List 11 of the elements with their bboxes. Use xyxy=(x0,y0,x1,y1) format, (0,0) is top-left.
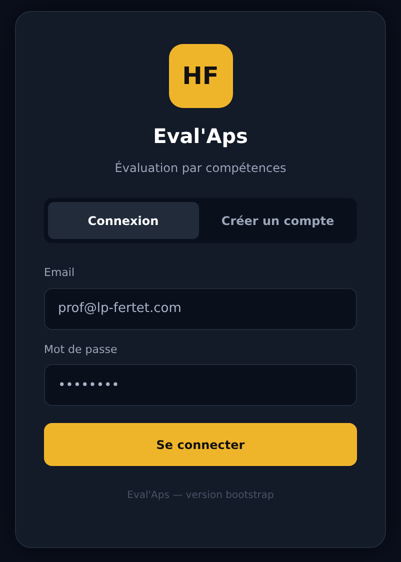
tab[interactable]: Créer un compte xyxy=(202,202,353,239)
app-subtitle: Évaluation par compétences xyxy=(114,160,286,177)
field-label: Email xyxy=(44,265,76,281)
field-label: Mot de passe xyxy=(44,342,118,358)
version-footer: Eval'Aps — version bootstrap xyxy=(127,488,274,503)
logo: HF xyxy=(168,44,232,108)
app-title: Eval'Aps xyxy=(153,124,248,149)
tab[interactable]: Connexion xyxy=(48,202,198,239)
input-field[interactable]: prof@lp-fertet.com xyxy=(44,288,357,330)
input-field[interactable]: •••••••• xyxy=(44,364,357,406)
login-button[interactable]: Se connecter xyxy=(44,423,357,466)
